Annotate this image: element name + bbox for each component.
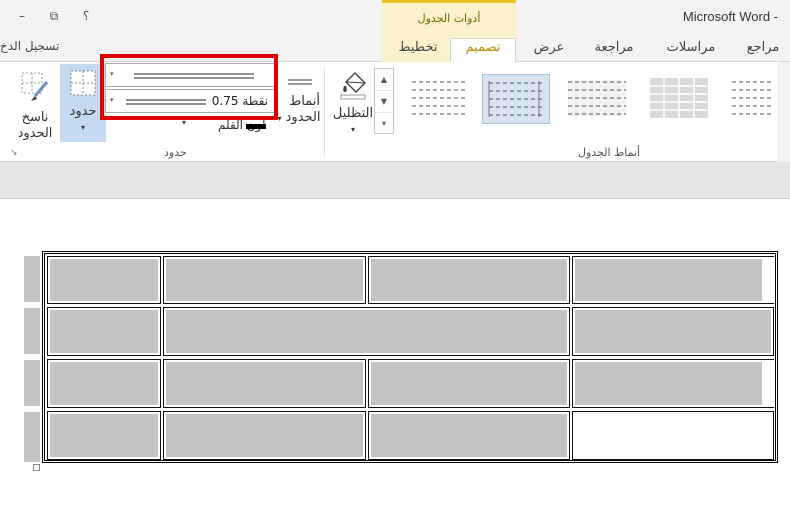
table-tools-label: أدوات الجدول [417, 12, 481, 25]
borders-dropdown-icon[interactable]: ▾ [60, 120, 106, 136]
border-painter-button[interactable]: ناسخ الحدود [10, 66, 60, 144]
table-cell[interactable] [368, 411, 570, 460]
table-style-grid-shaded[interactable] [644, 74, 712, 124]
border-painter-label-2: الحدود [17, 126, 53, 141]
signin-link[interactable]: تسجيل الدخ [0, 39, 59, 53]
border-painter-label-1: ناسخ [21, 110, 49, 125]
minimize-icon[interactable]: – [14, 8, 30, 24]
table-style-preview-icon [568, 80, 626, 116]
right-margin [778, 199, 790, 508]
tab-layout[interactable]: تخطيط [390, 39, 446, 61]
table-cell[interactable] [163, 411, 366, 460]
table-cell[interactable] [163, 307, 570, 356]
app-title: Microsoft Word - [682, 9, 778, 24]
tab-references[interactable]: مراجع [736, 39, 790, 61]
group-table-styles-label: أنماط الجدول [578, 146, 641, 159]
tab-review[interactable]: مراجعة [584, 39, 644, 61]
table-style-grid-partial[interactable] [726, 74, 772, 124]
tab-mailings[interactable]: مراسلات [655, 39, 727, 61]
ribbon-edge [778, 62, 790, 162]
table-styles-gallery [396, 68, 778, 128]
table-style-grid-selected[interactable] [482, 74, 550, 124]
border-styles-icon [288, 79, 312, 85]
row-selector[interactable] [24, 308, 40, 354]
tab-design[interactable]: تصميم [450, 38, 516, 62]
table-style-grid-table-plain[interactable] [404, 74, 472, 124]
restore-icon[interactable]: ⧉ [46, 8, 62, 24]
table-cell[interactable] [572, 307, 774, 356]
table-cell[interactable] [47, 307, 161, 356]
table-style-preview-icon [488, 81, 545, 117]
ruler-area [0, 162, 790, 199]
border-styles-button[interactable]: أنماط ▾ الحدود [276, 76, 322, 142]
table-cell[interactable] [163, 256, 366, 304]
borders-dialog-launcher-icon[interactable]: ↘ [10, 148, 18, 158]
border-styles-dropdown-icon[interactable]: ▾ [277, 114, 281, 123]
table-style-preview-icon [650, 78, 708, 118]
gallery-scroll-up-icon[interactable]: ▲ [375, 69, 393, 91]
tab-view[interactable]: عرض [525, 39, 573, 61]
row-selector[interactable] [24, 412, 40, 462]
highlight-frame [100, 54, 278, 120]
title-bar: – ⧉ ؟ أدوات الجدول Microsoft Word - [0, 0, 790, 34]
gallery-scroll-down-icon[interactable]: ▼ [375, 91, 393, 113]
table-resize-handle[interactable] [33, 464, 40, 471]
table-tools-header: أدوات الجدول [382, 0, 516, 34]
table-cell[interactable] [572, 411, 774, 460]
table-style-preview-icon [412, 81, 466, 115]
table-cell[interactable] [572, 256, 774, 304]
row-selector[interactable] [24, 360, 40, 406]
table-cell[interactable] [368, 256, 570, 304]
table-cell[interactable] [572, 359, 774, 408]
group-borders-label: حدود [164, 146, 187, 159]
table-cell[interactable] [47, 359, 161, 408]
gallery-more-icon[interactable]: ▾ [375, 113, 393, 135]
table-cell[interactable] [47, 256, 161, 304]
row-selector[interactable] [24, 256, 40, 302]
table-cell[interactable] [47, 411, 161, 460]
paint-bucket-icon [340, 72, 366, 100]
gallery-scroll: ▲ ▼ ▾ [374, 68, 394, 134]
shading-label: التظليل [332, 106, 374, 121]
border-styles-label-2: ▾ الحدود [276, 110, 322, 127]
table-cell[interactable] [163, 359, 366, 408]
group-separator [324, 68, 325, 156]
pen-color-swatch [246, 124, 266, 129]
border-painter-icon [21, 72, 49, 101]
table-style-preview-icon [732, 81, 772, 115]
shading-dropdown-icon[interactable]: ▾ [328, 122, 378, 138]
shading-button[interactable]: التظليل ▾ [328, 66, 378, 144]
table-style-grid-light[interactable] [562, 74, 630, 124]
border-styles-label-1: أنماط [289, 94, 320, 109]
borders-icon [70, 70, 96, 96]
document-table [42, 251, 778, 463]
table-cell[interactable] [368, 359, 570, 408]
pen-color-button[interactable]: ▾ لون القلم [182, 118, 268, 134]
help-icon[interactable]: ؟ [78, 8, 94, 24]
border-styles-label-2-text: الحدود [285, 110, 321, 125]
